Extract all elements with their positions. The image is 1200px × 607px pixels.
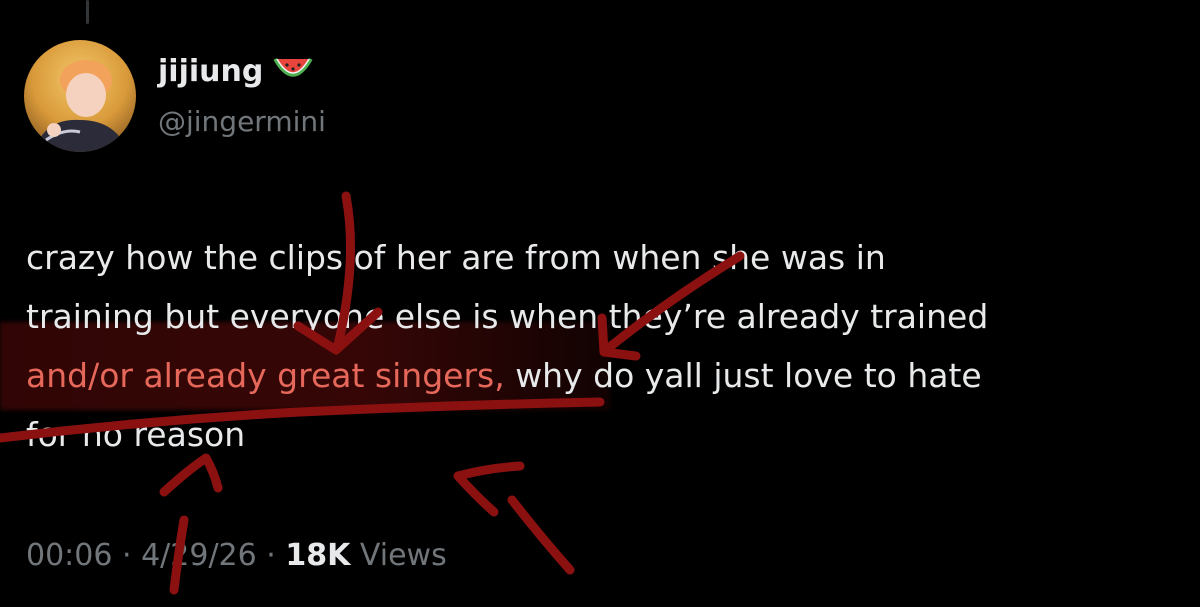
tweet-line-1: crazy how the clips of her are from when… (26, 238, 886, 277)
views-label: Views (350, 538, 447, 573)
views-count[interactable]: 18K (285, 538, 350, 573)
thread-connector-line (86, 0, 89, 24)
user-handle[interactable]: @jingermini (158, 104, 326, 140)
avatar[interactable] (24, 40, 136, 152)
display-name-text: jijiung (158, 54, 264, 89)
tweet-meta: 00:06 · 4/29/26 · 18K Views (26, 536, 447, 576)
avatar-image (24, 40, 136, 152)
meta-separator: · (112, 538, 142, 573)
annotation-caret-right (453, 461, 575, 575)
meta-separator: · (256, 538, 286, 573)
tweet-highlighted-text: and/or already great singers, (26, 356, 505, 395)
tweet-line-3-rest: why do yall just love to hate (504, 356, 982, 395)
tweet-line-4: for no reason (26, 415, 246, 454)
watermelon-icon (273, 54, 313, 90)
tweet-date[interactable]: 4/29/26 (141, 538, 257, 573)
tweet-text: crazy how the clips of her are from when… (26, 228, 1186, 464)
tweet-line-2: training but everyone else is when they’… (26, 297, 989, 336)
display-name[interactable]: jijiung (158, 54, 313, 90)
tweet-time[interactable]: 00:06 (26, 538, 112, 573)
